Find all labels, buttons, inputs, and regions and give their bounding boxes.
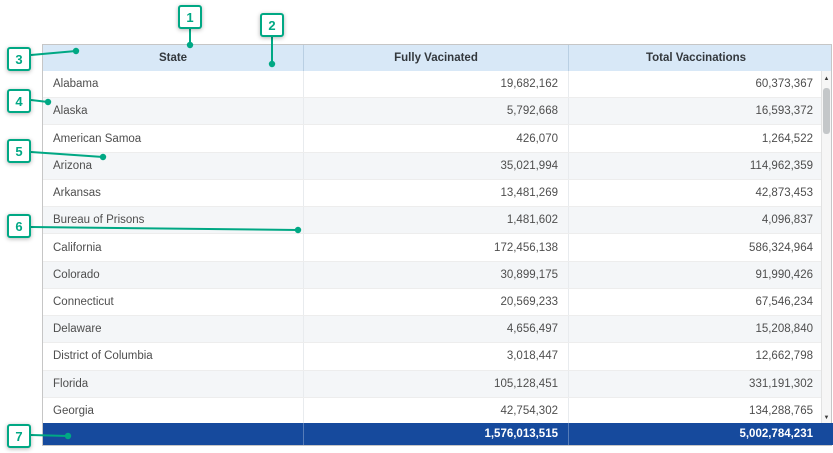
state-cell: Colorado <box>43 262 303 288</box>
summary-filler <box>823 423 833 445</box>
total-vaccinations-cell: 42,873,453 <box>568 180 823 206</box>
column-header-total-vaccinations[interactable]: Total Vaccinations <box>568 45 823 71</box>
fully-vaccinated-cell: 13,481,269 <box>303 180 568 206</box>
fully-vaccinated-cell: 1,481,602 <box>303 207 568 233</box>
total-vaccinations-cell: 67,546,234 <box>568 289 823 315</box>
summary-row: 1,576,013,515 5,002,784,231 <box>43 423 833 445</box>
callout-4: 4 <box>7 89 31 113</box>
vertical-scrollbar[interactable]: ▲ ▼ <box>821 71 831 425</box>
state-cell: Arkansas <box>43 180 303 206</box>
column-header-fully-vaccinated[interactable]: Fully Vacinated <box>303 45 568 71</box>
state-cell: Alabama <box>43 71 303 97</box>
state-cell: Georgia <box>43 398 303 424</box>
callout-1: 1 <box>178 5 202 29</box>
state-cell: American Samoa <box>43 125 303 151</box>
table-row[interactable]: Arkansas13,481,26942,873,453 <box>43 180 823 207</box>
table-row[interactable]: District of Columbia3,018,44712,662,798 <box>43 343 823 370</box>
table-body: Alabama19,682,16260,373,367Alaska5,792,6… <box>43 71 823 425</box>
fully-vaccinated-cell: 19,682,162 <box>303 71 568 97</box>
table-row[interactable]: American Samoa426,0701,264,522 <box>43 125 823 152</box>
data-table: State Fully Vacinated Total Vaccinations… <box>42 44 832 446</box>
total-vaccinations-cell: 114,962,359 <box>568 153 823 179</box>
summary-state-cell <box>43 423 303 445</box>
callout-2: 2 <box>260 13 284 37</box>
table-row[interactable]: Arizona35,021,994114,962,359 <box>43 153 823 180</box>
callout-7: 7 <box>7 424 31 448</box>
table-header: State Fully Vacinated Total Vaccinations <box>43 45 831 71</box>
fully-vaccinated-cell: 105,128,451 <box>303 371 568 397</box>
state-cell: Bureau of Prisons <box>43 207 303 233</box>
summary-total-vaccinations-value: 5,002,784,231 <box>568 423 823 445</box>
column-header-state[interactable]: State <box>43 45 303 71</box>
total-vaccinations-cell: 60,373,367 <box>568 71 823 97</box>
fully-vaccinated-cell: 4,656,497 <box>303 316 568 342</box>
total-vaccinations-cell: 4,096,837 <box>568 207 823 233</box>
total-vaccinations-cell: 586,324,964 <box>568 234 823 260</box>
scroll-up-button[interactable]: ▲ <box>822 71 831 86</box>
state-cell: Delaware <box>43 316 303 342</box>
scroll-up-icon: ▲ <box>824 76 830 82</box>
callout-6: 6 <box>7 214 31 238</box>
header-filler <box>823 45 831 71</box>
total-vaccinations-cell: 1,264,522 <box>568 125 823 151</box>
state-cell: District of Columbia <box>43 343 303 369</box>
fully-vaccinated-cell: 20,569,233 <box>303 289 568 315</box>
summary-fully-vaccinated-value: 1,576,013,515 <box>303 423 568 445</box>
table-row[interactable]: Delaware4,656,49715,208,840 <box>43 316 823 343</box>
total-vaccinations-cell: 12,662,798 <box>568 343 823 369</box>
fully-vaccinated-cell: 426,070 <box>303 125 568 151</box>
state-cell: Connecticut <box>43 289 303 315</box>
total-vaccinations-cell: 134,288,765 <box>568 398 823 424</box>
fully-vaccinated-cell: 35,021,994 <box>303 153 568 179</box>
fully-vaccinated-cell: 42,754,302 <box>303 398 568 424</box>
total-vaccinations-cell: 331,191,302 <box>568 371 823 397</box>
state-cell: Alaska <box>43 98 303 124</box>
table-row[interactable]: Florida105,128,451331,191,302 <box>43 371 823 398</box>
table-row[interactable]: Alaska5,792,66816,593,372 <box>43 98 823 125</box>
callout-5: 5 <box>7 139 31 163</box>
scroll-down-icon: ▼ <box>824 415 830 421</box>
annotated-table-screenshot: State Fully Vacinated Total Vaccinations… <box>0 0 833 453</box>
fully-vaccinated-cell: 30,899,175 <box>303 262 568 288</box>
scrollbar-thumb[interactable] <box>823 88 830 134</box>
total-vaccinations-cell: 15,208,840 <box>568 316 823 342</box>
table-row[interactable]: Bureau of Prisons1,481,6024,096,837 <box>43 207 823 234</box>
table-row[interactable]: Colorado30,899,17591,990,426 <box>43 262 823 289</box>
state-cell: California <box>43 234 303 260</box>
fully-vaccinated-cell: 172,456,138 <box>303 234 568 260</box>
total-vaccinations-cell: 16,593,372 <box>568 98 823 124</box>
state-cell: Arizona <box>43 153 303 179</box>
fully-vaccinated-cell: 5,792,668 <box>303 98 568 124</box>
table-row[interactable]: California172,456,138586,324,964 <box>43 234 823 261</box>
callout-3: 3 <box>7 47 31 71</box>
state-cell: Florida <box>43 371 303 397</box>
table-row[interactable]: Georgia42,754,302134,288,765 <box>43 398 823 425</box>
table-row[interactable]: Alabama19,682,16260,373,367 <box>43 71 823 98</box>
total-vaccinations-cell: 91,990,426 <box>568 262 823 288</box>
table-row[interactable]: Connecticut20,569,23367,546,234 <box>43 289 823 316</box>
fully-vaccinated-cell: 3,018,447 <box>303 343 568 369</box>
